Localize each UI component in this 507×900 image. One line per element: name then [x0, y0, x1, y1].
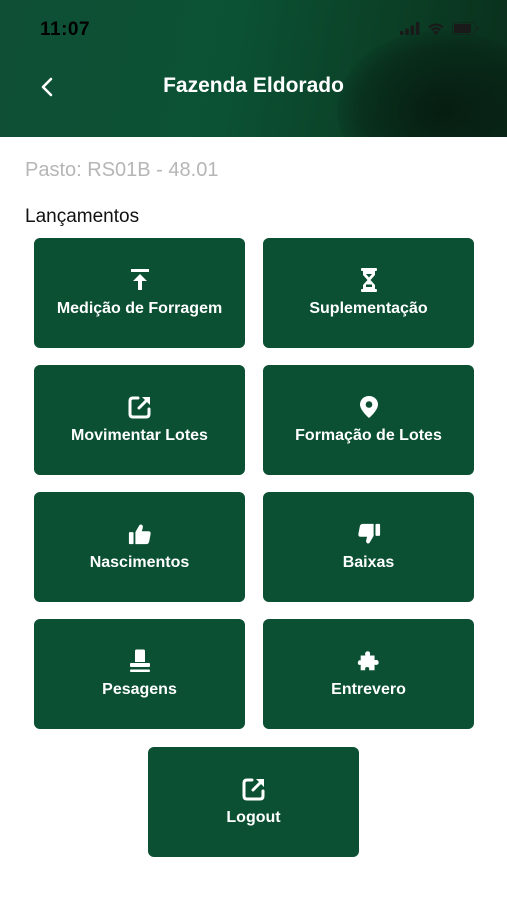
entrevero-button[interactable]: Entrevero — [263, 619, 474, 729]
app-screen: 11:07 Fazenda Eldorado Pasto: RS01B - 48… — [0, 0, 507, 900]
tile-label: Formação de Lotes — [295, 427, 442, 444]
signal-icon — [400, 22, 420, 40]
hourglass-icon — [357, 268, 381, 292]
movimentar-lotes-button[interactable]: Movimentar Lotes — [34, 365, 245, 475]
upload-icon — [128, 268, 152, 292]
status-time: 11:07 — [40, 19, 91, 40]
status-icons — [400, 22, 479, 40]
thumbs-up-icon — [128, 522, 152, 546]
map-pin-icon — [357, 395, 381, 419]
tile-label: Movimentar Lotes — [71, 427, 208, 444]
page-title: Fazenda Eldorado — [163, 74, 344, 97]
logout-label: Logout — [226, 809, 281, 826]
stamp-icon — [128, 649, 152, 673]
status-bar: 11:07 — [0, 0, 507, 60]
nascimentos-button[interactable]: Nascimentos — [34, 492, 245, 602]
external-link-icon — [128, 395, 152, 419]
tile-label: Entrevero — [331, 681, 406, 698]
baixas-button[interactable]: Baixas — [263, 492, 474, 602]
formacao-lotes-button[interactable]: Formação de Lotes — [263, 365, 474, 475]
medicao-forragem-button[interactable]: Medição de Forragem — [34, 238, 245, 348]
tile-label: Nascimentos — [89, 554, 190, 571]
tile-label: Baixas — [342, 554, 395, 571]
section-title: Lançamentos — [25, 206, 140, 227]
thumbs-down-icon — [357, 522, 381, 546]
tile-label: Medição de Forragem — [56, 300, 223, 317]
tile-label: Suplementação — [309, 300, 428, 317]
pasto-info: Pasto: RS01B - 48.01 — [25, 159, 219, 181]
puzzle-icon — [357, 649, 381, 673]
logout-button[interactable]: Logout — [148, 747, 359, 857]
external-link-icon — [242, 777, 266, 801]
pesagens-button[interactable]: Pesagens — [34, 619, 245, 729]
header: 11:07 Fazenda Eldorado — [0, 0, 507, 137]
battery-icon — [452, 22, 479, 40]
logout-container: Logout — [148, 747, 359, 857]
launch-grid: Medição de Forragem Suplementação Movime… — [34, 238, 475, 729]
wifi-icon — [427, 22, 445, 40]
suplementacao-button[interactable]: Suplementação — [263, 238, 474, 348]
tile-label: Pesagens — [102, 681, 177, 698]
